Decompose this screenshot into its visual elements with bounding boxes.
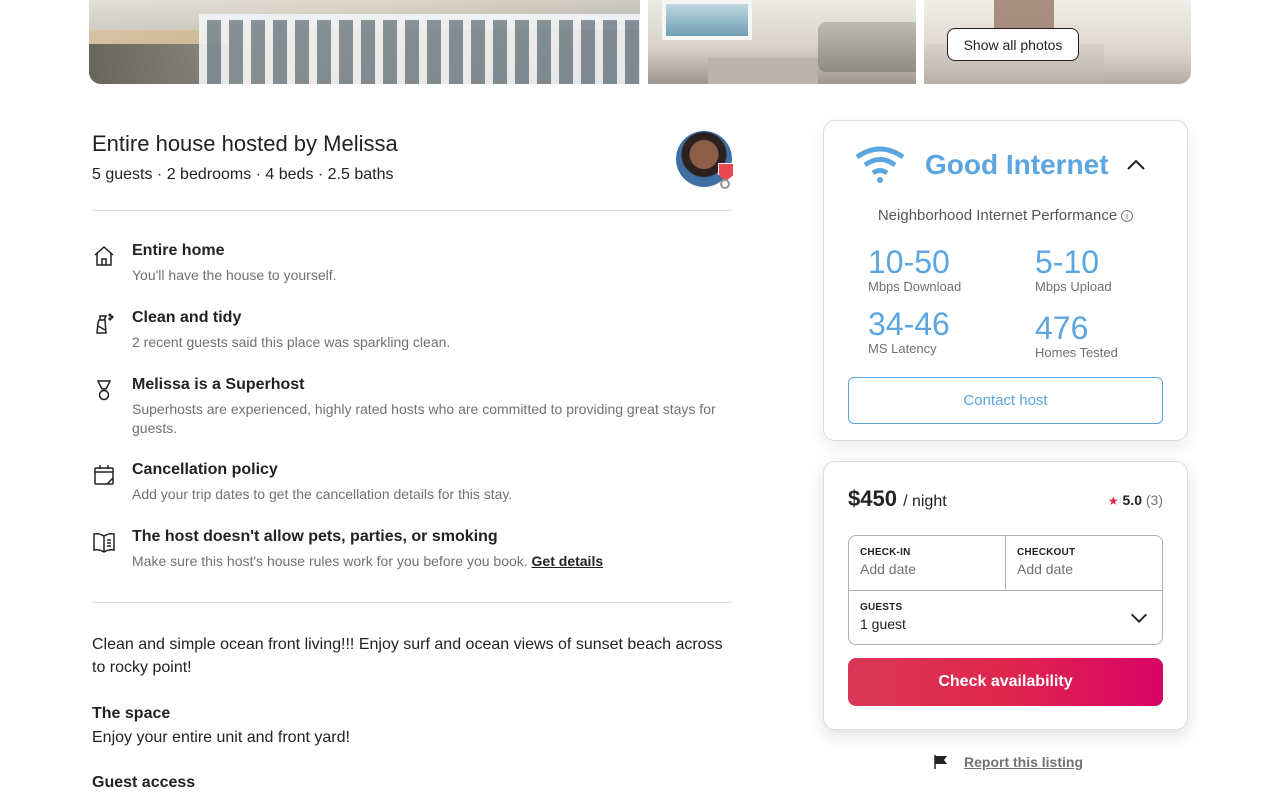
feature-entire-home: Entire home You'll have the house to you…: [92, 242, 732, 283]
date-guest-picker: CHECK-IN Add date CHECKOUT Add date GUES…: [848, 535, 1163, 645]
feature-description: Add your trip dates to get the cancellat…: [132, 486, 513, 502]
superhost-medal-icon: [96, 380, 112, 401]
price: $450 / night: [848, 486, 947, 512]
feature-cancellation: Cancellation policy Add your trip dates …: [92, 461, 732, 502]
review-count: (3): [1145, 492, 1163, 508]
feature-title: Clean and tidy: [132, 309, 242, 326]
stat-latency: 34-46 MS Latency: [868, 307, 950, 356]
feature-description-text: Make sure this host's house rules work f…: [132, 553, 528, 569]
stat-value: 476: [1035, 310, 1089, 346]
stat-label: Mbps Download: [868, 279, 962, 294]
spray-bottle-icon: [96, 313, 114, 334]
stat-label: Homes Tested: [1035, 345, 1118, 360]
page-title: Entire house hosted by Melissa: [92, 131, 398, 156]
feature-house-rules: The host doesn't allow pets, parties, or…: [92, 528, 732, 571]
rating[interactable]: ★ 5.0 (3): [1108, 492, 1163, 508]
feature-superhost: Melissa is a Superhost Superhosts are ex…: [92, 376, 732, 436]
stat-label: Mbps Upload: [1035, 279, 1112, 294]
feature-description: You'll have the house to yourself.: [132, 267, 337, 283]
feature-description: 2 recent guests said this place was spar…: [132, 334, 451, 350]
get-details-link[interactable]: Get details: [532, 553, 604, 569]
internet-subtitle-text: Neighborhood Internet Performance: [877, 207, 1118, 224]
space-heading: The space: [92, 705, 171, 722]
calendar-icon: [94, 465, 114, 485]
field-value: 1 guest: [860, 616, 906, 632]
internet-subtitle: Neighborhood Internet Performance i: [824, 207, 1187, 224]
stat-label: MS Latency: [868, 341, 937, 356]
stat-value: 34-46: [868, 306, 950, 342]
chevron-up-icon[interactable]: [1124, 153, 1148, 177]
report-listing-link[interactable]: Report this listing: [933, 752, 1083, 772]
field-label: CHECK-IN: [860, 547, 911, 558]
info-icon[interactable]: i: [1121, 210, 1134, 222]
stat-upload: 5-10 Mbps Upload: [1035, 245, 1112, 294]
listing-summary: 5 guests · 2 bedrooms · 4 beds · 2.5 bat…: [92, 166, 394, 183]
divider: [92, 602, 732, 603]
price-amount: $450: [848, 486, 897, 511]
feature-title: Entire home: [132, 242, 225, 259]
field-value: Add date: [1017, 561, 1074, 577]
contact-host-button[interactable]: Contact host: [848, 377, 1163, 424]
listing-description: Clean and simple ocean front living!!! E…: [92, 636, 723, 676]
guests-select[interactable]: GUESTS 1 guest: [849, 590, 1162, 645]
feature-clean: Clean and tidy 2 recent guests said this…: [92, 309, 732, 350]
stat-value: 5-10: [1035, 244, 1100, 280]
stat-homes-tested: 476 Homes Tested: [1035, 311, 1118, 360]
photo-beach-deck[interactable]: [89, 0, 640, 84]
report-listing-label[interactable]: Report this listing: [964, 754, 1083, 770]
rating-value: 5.0: [1122, 492, 1142, 508]
chevron-down-icon: [1131, 613, 1147, 623]
host-avatar[interactable]: [676, 131, 734, 189]
feature-title: Melissa is a Superhost: [132, 376, 305, 393]
space-text: Enjoy your entire unit and front yard!: [92, 729, 350, 746]
field-label: GUESTS: [860, 602, 903, 613]
checkin-field[interactable]: CHECK-IN Add date: [849, 536, 1006, 590]
photo-living-room[interactable]: [648, 0, 916, 84]
house-rules-book-icon: [93, 533, 115, 553]
field-label: CHECKOUT: [1017, 547, 1076, 558]
checkout-field[interactable]: CHECKOUT Add date: [1006, 536, 1163, 590]
check-availability-button[interactable]: Check availability: [848, 658, 1163, 706]
price-unit: / night: [903, 493, 947, 510]
guest-access-heading: Guest access: [92, 774, 196, 791]
star-icon: ★: [1107, 494, 1119, 508]
stat-value: 10-50: [868, 244, 950, 280]
field-value: Add date: [860, 561, 917, 577]
feature-title: Cancellation policy: [132, 461, 278, 478]
feature-title: The host doesn't allow pets, parties, or…: [132, 528, 498, 545]
feature-description: Superhosts are experienced, highly rated…: [132, 401, 716, 436]
home-icon: [94, 245, 114, 266]
internet-title: Good Internet: [925, 149, 1109, 180]
feature-description: Make sure this host's house rules work f…: [132, 552, 732, 571]
flag-icon: [934, 755, 947, 769]
show-all-photos-button[interactable]: Show all photos: [947, 28, 1079, 61]
booking-card: $450 / night ★ 5.0 (3) CHECK-IN Add date…: [823, 461, 1188, 730]
wifi-icon: [855, 146, 905, 183]
internet-card: Good Internet Neighborhood Internet Perf…: [823, 120, 1188, 441]
stat-download: 10-50 Mbps Download: [868, 245, 961, 294]
divider: [92, 210, 732, 211]
